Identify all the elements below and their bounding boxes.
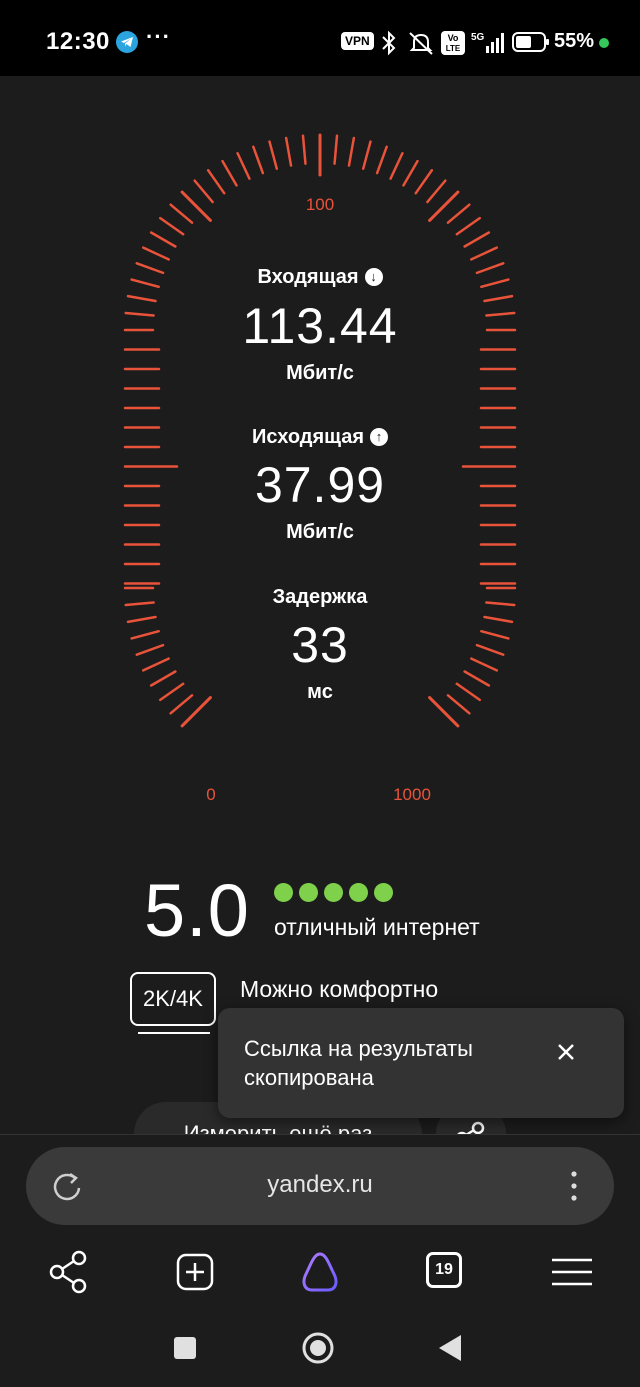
upload-reading: Исходящая ↑ <box>0 426 640 449</box>
upload-value: 37.99 <box>254 457 386 513</box>
gauge-tick <box>301 134 307 165</box>
status-bar: 12:30 ··· VPN Vo LTE 5G 55% <box>0 0 640 76</box>
signal-5g-icon: 5G <box>471 32 504 53</box>
tabs-icon[interactable]: 19 <box>426 1252 462 1288</box>
volte-icon: Vo LTE <box>441 31 465 55</box>
gauge-tick <box>180 190 212 222</box>
gauge-tick <box>169 203 194 224</box>
download-value: 113.44 <box>242 298 398 354</box>
toast-message: Ссылка на результаты скопирована <box>244 1036 473 1090</box>
gauge-tick <box>333 134 339 165</box>
svg-text:5G: 5G <box>471 32 485 43</box>
gauge-tick <box>428 190 460 222</box>
url-text[interactable]: yandex.ru <box>26 1171 614 1199</box>
latency-label: Задержка <box>272 586 368 608</box>
quality-badge: 2K/4K <box>130 972 216 1026</box>
status-time: 12:30 <box>46 28 110 55</box>
menu-icon[interactable] <box>548 1248 596 1296</box>
download-reading: Входящая ↓ <box>0 266 640 289</box>
rating-dot <box>299 883 318 902</box>
latency-unit: мс <box>307 681 333 703</box>
gauge-tick <box>142 246 170 261</box>
gauge-tick <box>206 169 226 195</box>
gauge-tick <box>159 216 185 236</box>
upload-unit: Мбит/с <box>286 521 354 543</box>
gauge-tick <box>463 231 491 248</box>
svg-text:Vo: Vo <box>448 33 459 43</box>
gauge-tick <box>149 231 177 248</box>
battery-percent: 55% <box>554 30 595 52</box>
svg-text:LTE: LTE <box>446 44 461 53</box>
download-unit: Мбит/с <box>286 362 354 384</box>
gauge-tick <box>284 136 293 167</box>
copied-toast: Ссылка на результаты скопирована <box>218 1008 624 1118</box>
gauge-tick <box>470 246 498 261</box>
latency-value: 33 <box>291 617 349 673</box>
gauge-tick <box>446 203 471 224</box>
gauge-tick <box>414 169 434 195</box>
score-stars <box>274 883 399 907</box>
gauge-label-mid: 100 <box>306 195 334 214</box>
gauge-label-max: 1000 <box>393 785 431 804</box>
alice-icon[interactable] <box>296 1248 344 1296</box>
rating-dot <box>324 883 343 902</box>
download-label: Входящая <box>257 266 359 288</box>
vpn-badge: VPN <box>341 32 374 50</box>
new-tab-icon[interactable] <box>171 1248 219 1296</box>
gauge-tick <box>389 152 404 180</box>
gauge-label-min: 0 <box>206 785 215 804</box>
recents-icon[interactable] <box>161 1324 209 1372</box>
bluetooth-icon <box>382 30 396 56</box>
quality-text: Можно комфортно <box>240 976 439 1002</box>
gauge-tick <box>252 145 265 175</box>
battery-icon <box>512 32 549 52</box>
gauge-tick <box>268 140 279 170</box>
gauge-tick <box>361 140 372 170</box>
arrow-down-icon: ↓ <box>364 268 383 286</box>
mute-icon <box>409 32 433 55</box>
telegram-icon <box>116 31 138 53</box>
close-icon[interactable] <box>552 1038 580 1066</box>
gauge-tick <box>375 145 388 175</box>
gauge-tick <box>221 159 238 187</box>
address-bar[interactable]: yandex.ru <box>26 1147 614 1225</box>
privacy-indicator <box>599 38 609 48</box>
upload-label: Исходящая <box>251 426 365 448</box>
arrow-up-icon: ↑ <box>370 428 389 446</box>
more-notifications-icon: ··· <box>146 24 171 49</box>
gauge-tick <box>347 136 356 167</box>
score-text: отличный интернет <box>274 914 480 940</box>
back-icon[interactable] <box>426 1324 474 1372</box>
rating-dot <box>274 883 293 902</box>
rating-dot <box>349 883 368 902</box>
share-icon[interactable] <box>44 1248 92 1296</box>
tabs-button[interactable]: 19 <box>426 1252 474 1300</box>
gauge-tick <box>455 216 481 236</box>
gauge-tick <box>402 159 419 187</box>
badge-underline <box>138 1032 210 1034</box>
gauge-tick <box>193 179 214 204</box>
home-icon[interactable] <box>294 1324 342 1372</box>
gauge-tick <box>236 152 251 180</box>
score-value: 5.0 <box>144 869 250 952</box>
more-vert-icon[interactable] <box>566 1169 582 1203</box>
gauge-tick <box>426 179 447 204</box>
rating-dot <box>374 883 393 902</box>
